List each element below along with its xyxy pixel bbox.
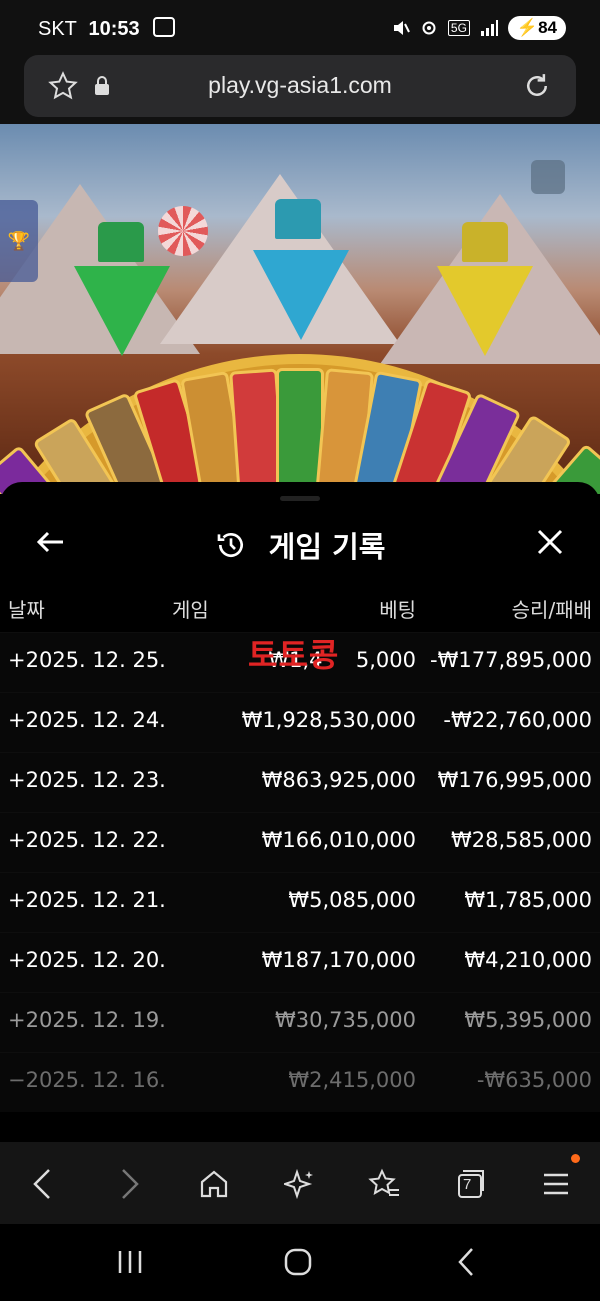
screenshot-icon [153,17,176,37]
mute-icon [393,21,410,35]
pointer-blue [253,250,349,340]
history-row[interactable]: +2025. 12. 23. ₩863,925,000 ₩176,995,000 [0,752,600,812]
hotspot-icon [422,21,436,35]
system-nav-bar [0,1224,600,1301]
row-date: +2025. 12. 22. [8,828,166,852]
row-bet: ₩5,085,000 [288,888,416,912]
notification-dot [571,1154,580,1163]
row-winloss: ₩4,210,000 [464,948,592,972]
game-scene: 🏆 [0,124,600,494]
history-row[interactable]: +2025. 12. 21. ₩5,085,000 ₩1,785,000 [0,872,600,932]
row-date: −2025. 12. 16. [8,1068,166,1092]
column-date: 날짜 [8,598,45,622]
address-bar[interactable]: play.vg-asia1.com [24,55,576,117]
history-row[interactable]: +2025. 12. 19. ₩30,735,000 ₩5,395,000 [0,992,600,1052]
column-game: 게임 [172,598,209,622]
row-winloss: -₩635,000 [476,1068,592,1092]
hat-blue [275,199,321,239]
back-icon[interactable] [22,1166,62,1202]
history-row[interactable]: −2025. 12. 16. ₩2,415,000 -₩635,000 [0,1052,600,1112]
row-date: +2025. 12. 23. [8,768,166,792]
system-back-icon[interactable] [450,1244,482,1280]
row-bet: ₩863,925,000 [261,768,416,792]
pointer-green [74,266,170,356]
history-column-headers: 날짜 게임 베팅 승리/패배 [0,594,600,624]
hat-green [98,222,144,262]
history-icon [217,533,243,557]
close-icon[interactable] [530,522,570,562]
reload-icon[interactable] [520,69,554,103]
pointer-yellow [437,266,533,356]
row-bet: ₩187,170,000 [261,948,416,972]
network-label: 5G [447,20,470,36]
row-date: +2025. 12. 21. [8,888,166,912]
history-row[interactable]: +2025. 12. 24. ₩1,928,530,000 -₩22,760,0… [0,692,600,752]
row-bet-tail: 5,000 [355,648,416,672]
row-winloss: ₩1,785,000 [464,888,592,912]
row-winloss: ₩5,395,000 [464,1008,592,1032]
watermark-text: 토토콩 [248,636,340,674]
row-date: +2025. 12. 25. [8,648,166,672]
browser-bottom-nav: 7 [0,1142,600,1224]
signal-icon [480,20,498,36]
home-button-icon[interactable] [280,1244,316,1280]
fullscreen-icon[interactable] [531,160,565,194]
row-bet: ₩1,928,530,000 [241,708,416,732]
game-history-panel: 게임 기록 날짜 게임 베팅 승리/패배 +2025. 12. 25. ₩1,4… [0,482,600,1142]
browser-toolbar: play.vg-asia1.com [0,45,600,125]
row-bet: ₩2,415,000 [288,1068,416,1092]
history-row[interactable]: +2025. 12. 22. ₩166,010,000 ₩28,585,000 [0,812,600,872]
bookmark-star-icon[interactable] [364,1166,404,1202]
home-icon[interactable] [194,1166,234,1202]
row-winloss: -₩177,895,000 [430,648,592,672]
row-bet: ₩166,010,000 [261,828,416,852]
url-text[interactable]: play.vg-asia1.com [24,72,576,99]
row-date: +2025. 12. 19. [8,1008,166,1032]
trophy-icon[interactable]: 🏆 [0,200,38,282]
tabs-icon[interactable]: 7 [450,1166,490,1202]
carrier-label: SKT [38,18,77,40]
tab-count: 7 [463,1176,472,1193]
row-winloss: ₩176,995,000 [437,768,592,792]
battery-indicator: ⚡84 [507,16,566,40]
lollipop-decoration [158,206,208,256]
panel-header: 게임 기록 [0,512,600,572]
menu-icon[interactable] [536,1166,576,1202]
column-bet: 베팅 [379,598,416,622]
sparkle-icon[interactable] [280,1166,320,1202]
row-date: +2025. 12. 20. [8,948,166,972]
recent-apps-icon[interactable] [112,1246,148,1278]
status-left: SKT 10:53 [38,17,176,41]
forward-icon[interactable] [110,1166,150,1202]
battery-level: 84 [538,18,557,37]
hat-yellow [462,222,508,262]
row-date: +2025. 12. 24. [8,708,166,732]
panel-title: 게임 기록 [0,524,600,566]
row-winloss: -₩22,760,000 [443,708,592,732]
row-bet: ₩30,735,000 [274,1008,416,1032]
column-winloss: 승리/패배 [511,598,592,622]
history-row[interactable]: +2025. 12. 20. ₩187,170,000 ₩4,210,000 [0,932,600,992]
row-winloss: ₩28,585,000 [450,828,592,852]
clock: 10:53 [88,18,140,40]
status-right: 5G ⚡84 [392,16,566,40]
drag-handle[interactable] [280,496,320,501]
history-rows: +2025. 12. 25. ₩1,4 5,000 -₩177,895,000 … [0,632,600,1112]
panel-title-text: 게임 기록 [268,530,386,564]
